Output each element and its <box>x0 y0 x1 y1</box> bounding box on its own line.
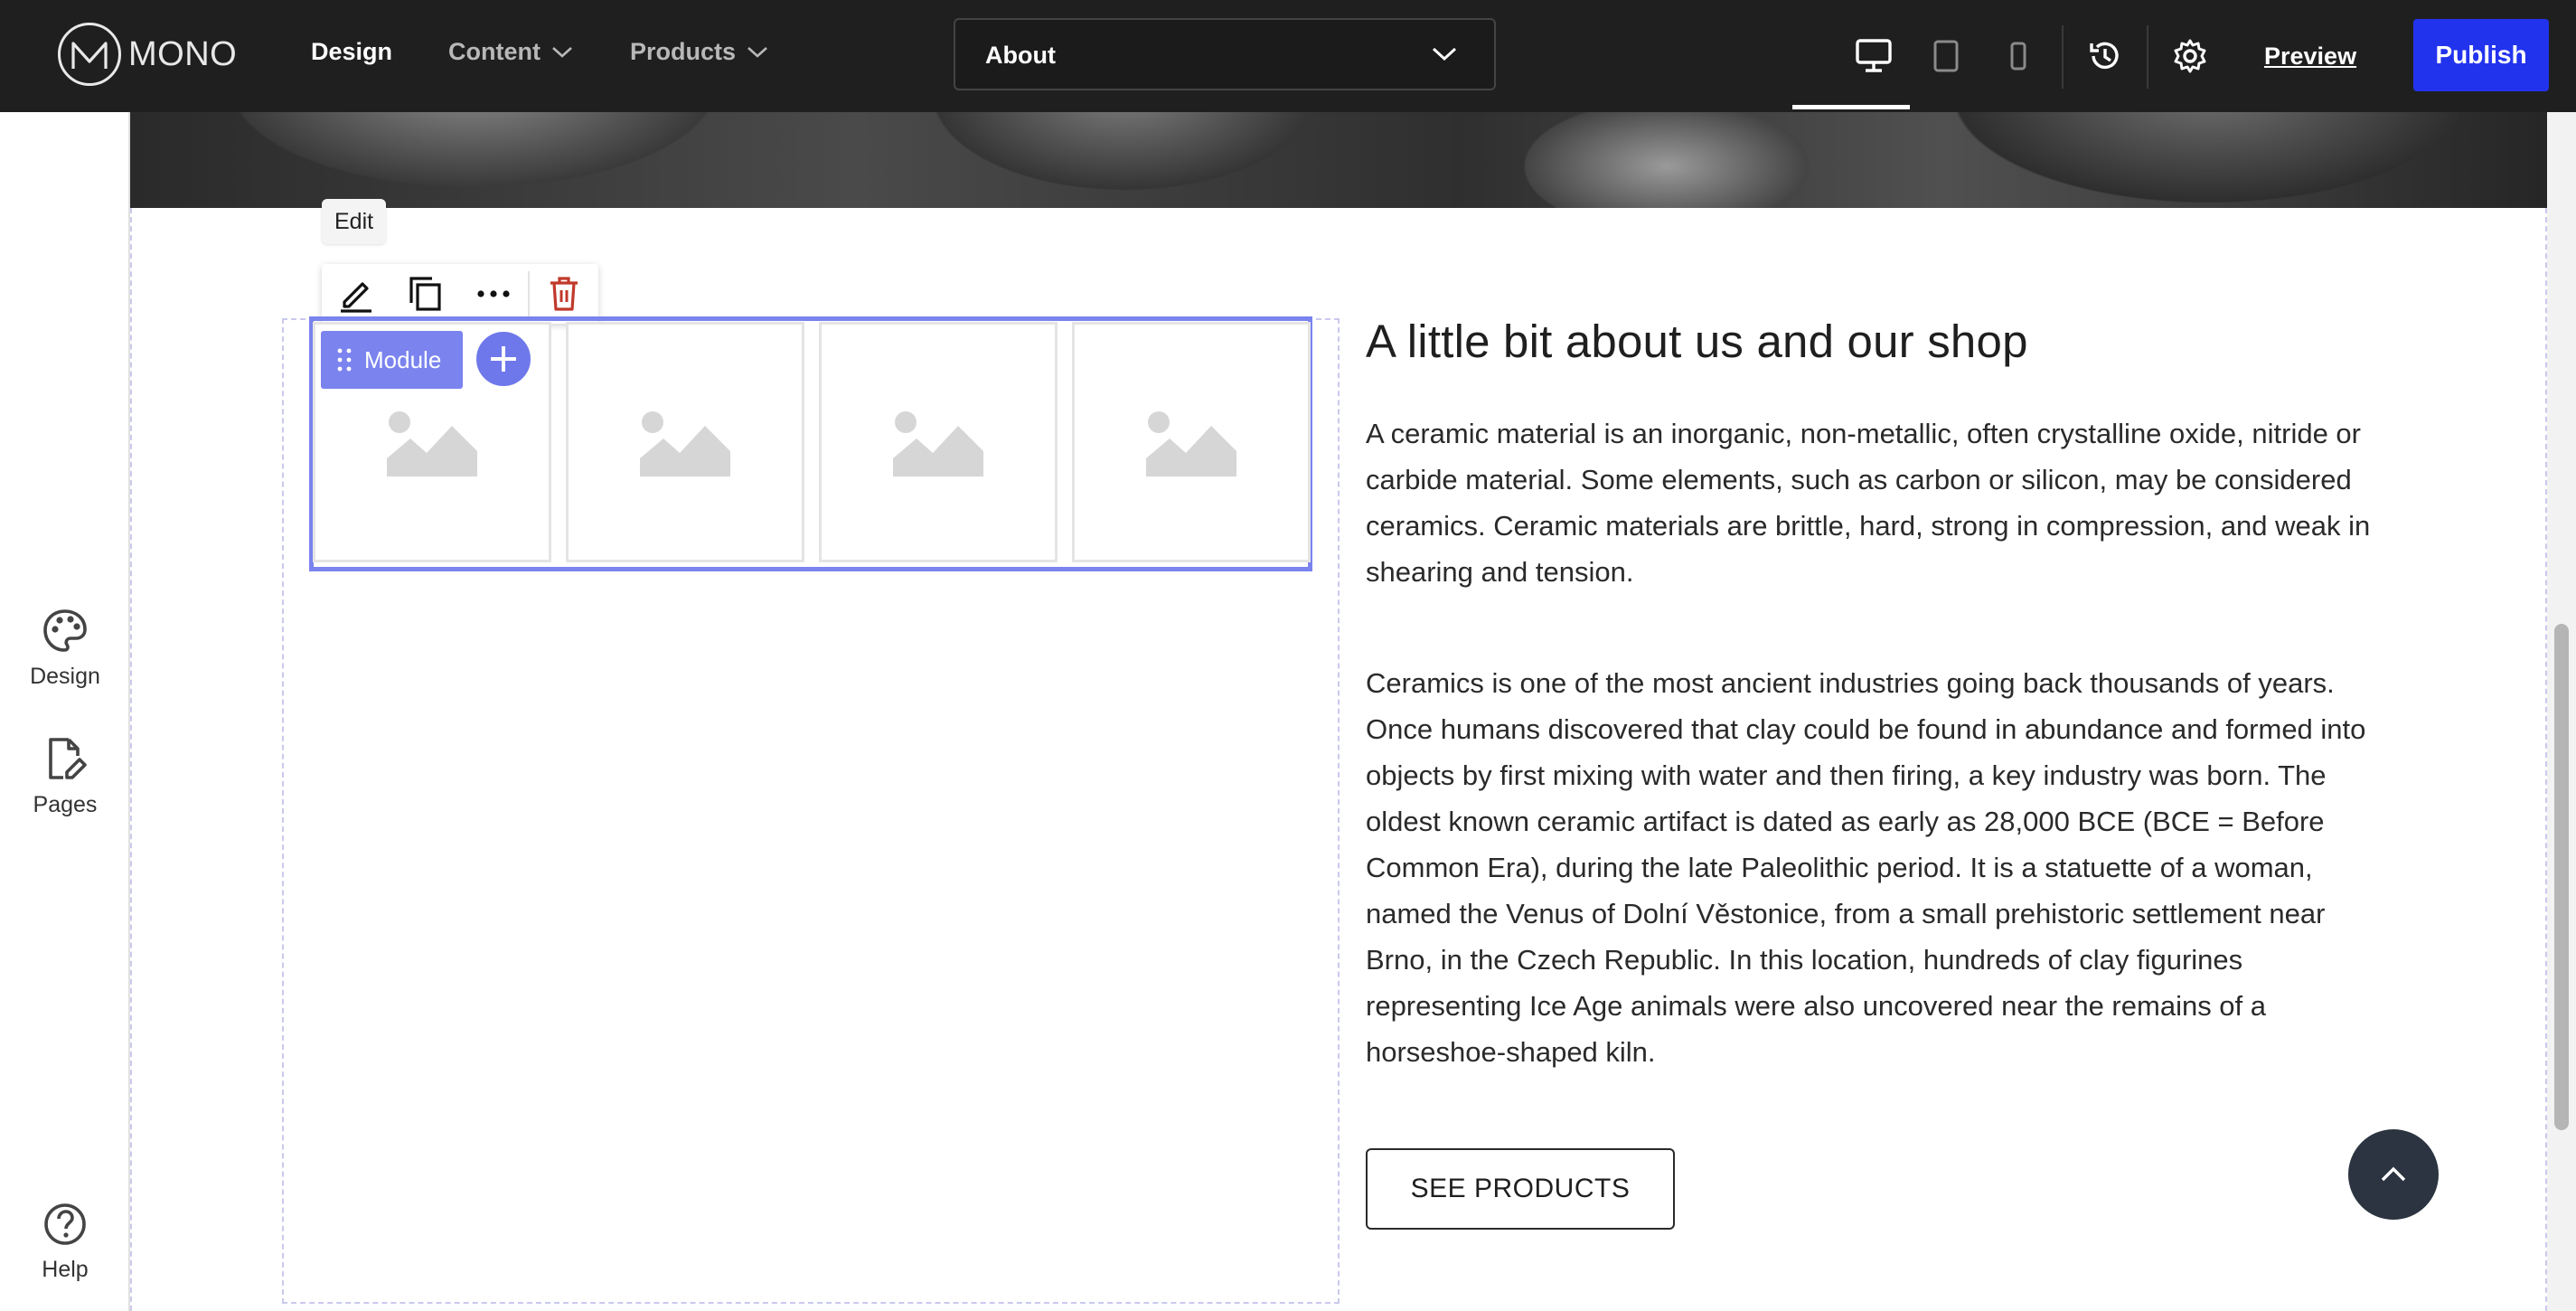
duplicate-button[interactable] <box>390 264 459 324</box>
logo[interactable]: MONO <box>58 22 237 87</box>
tablet-view-button[interactable] <box>1926 36 1966 76</box>
edit-tooltip: Edit <box>322 199 386 244</box>
rail-design-label: Design <box>30 664 100 690</box>
module-label-text: Module <box>364 346 441 374</box>
scrollbar-thumb[interactable] <box>2554 624 2569 1130</box>
image-placeholder-icon <box>385 408 479 476</box>
rail-pages-button[interactable]: Pages <box>0 736 130 818</box>
logo-mark-icon <box>58 23 121 86</box>
active-device-indicator <box>1792 105 1910 109</box>
module-toolbar <box>322 264 598 324</box>
image-placeholder[interactable] <box>1072 322 1311 562</box>
image-placeholder[interactable] <box>566 322 804 562</box>
toolbar-divider <box>2147 25 2148 89</box>
section-title: A little bit about us and our shop <box>1366 315 2028 368</box>
delete-button[interactable] <box>530 264 598 324</box>
history-icon <box>2087 38 2123 74</box>
duplicate-icon <box>406 275 444 313</box>
desktop-icon <box>1855 38 1893 74</box>
nav-content[interactable]: Content <box>448 38 573 66</box>
page-select-value: About <box>985 42 1056 70</box>
toolbar-divider <box>2062 25 2064 89</box>
mobile-icon <box>2008 41 2028 71</box>
edit-button[interactable] <box>322 264 390 324</box>
trash-icon <box>548 275 580 313</box>
image-placeholder-icon <box>1144 408 1238 476</box>
hero-image <box>130 112 2547 208</box>
preview-link[interactable]: Preview <box>2264 42 2356 71</box>
see-products-button[interactable]: SEE PRODUCTS <box>1366 1148 1675 1230</box>
editor-canvas[interactable]: Edit <box>130 112 2547 1311</box>
more-options-button[interactable] <box>459 264 528 324</box>
gear-icon <box>2172 38 2208 74</box>
rail-pages-label: Pages <box>33 792 98 818</box>
mobile-view-button[interactable] <box>1998 36 2038 76</box>
chevron-down-icon <box>747 46 768 59</box>
image-placeholder[interactable] <box>819 322 1058 562</box>
vertical-scrollbar[interactable] <box>2547 112 2576 1311</box>
rail-design-button[interactable]: Design <box>0 608 130 690</box>
chevron-down-icon <box>551 46 573 59</box>
chevron-up-icon <box>2380 1165 2407 1184</box>
drag-grip-icon <box>337 347 352 373</box>
page-edit-icon <box>42 736 89 783</box>
history-button[interactable] <box>2085 36 2125 76</box>
settings-button[interactable] <box>2170 36 2210 76</box>
nav-products-label: Products <box>630 38 736 66</box>
top-bar: MONO Design Content Products About Previ… <box>0 0 2576 112</box>
image-placeholder-icon <box>638 408 732 476</box>
tablet-icon <box>1932 39 1960 73</box>
help-icon <box>42 1201 89 1248</box>
nav-products[interactable]: Products <box>630 38 768 66</box>
add-module-button[interactable] <box>474 329 533 389</box>
pencil-icon <box>337 275 375 313</box>
more-icon <box>475 288 512 299</box>
side-rail: Design Pages Help <box>0 112 130 1311</box>
image-placeholder-icon <box>891 408 985 476</box>
publish-button[interactable]: Publish <box>2413 19 2549 91</box>
rail-help-button[interactable]: Help <box>0 1201 130 1283</box>
rail-help-label: Help <box>42 1257 88 1283</box>
chevron-down-icon <box>1431 45 1458 63</box>
desktop-view-button[interactable] <box>1854 36 1894 76</box>
scroll-to-top-button[interactable] <box>2348 1129 2439 1220</box>
page-select[interactable]: About <box>954 18 1496 90</box>
logo-text: MONO <box>128 35 237 74</box>
module-drag-handle[interactable]: Module <box>321 331 463 389</box>
nav-design-label: Design <box>311 38 392 66</box>
about-paragraph-2: Ceramics is one of the most ancient indu… <box>1366 660 2387 1075</box>
about-paragraph-1: A ceramic material is an inorganic, non-… <box>1366 410 2387 595</box>
nav-content-label: Content <box>448 38 541 66</box>
palette-icon <box>42 608 89 655</box>
nav-design[interactable]: Design <box>311 38 392 66</box>
plus-icon <box>488 344 519 374</box>
